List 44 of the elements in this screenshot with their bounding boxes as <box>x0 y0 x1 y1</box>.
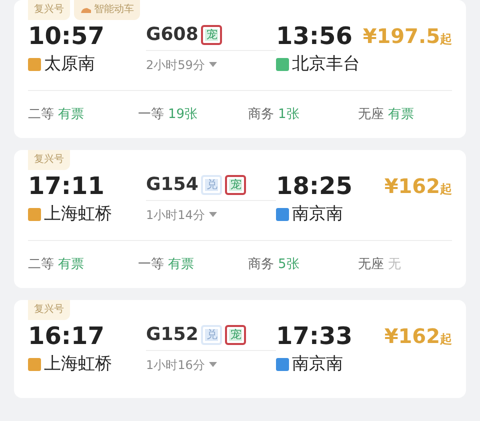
seat-availability: 二等 有票 <box>28 256 85 274</box>
price: ¥162起 <box>384 173 452 200</box>
price: ¥197.5起 <box>362 23 452 50</box>
train-tag: 兑 <box>201 174 222 194</box>
station-name: 上海虹桥 <box>44 203 112 226</box>
duration-toggle[interactable]: 1小时14分 <box>146 206 276 224</box>
departure-time: 10:57 <box>28 21 106 52</box>
station-name: 南京南 <box>292 203 343 226</box>
train-number: G608 <box>146 23 198 47</box>
train-label: 复兴号 <box>28 300 70 320</box>
duration-toggle[interactable]: 1小时16分 <box>146 356 276 374</box>
train-label: 复兴号 <box>28 150 70 170</box>
caret-icon <box>208 362 217 368</box>
train-tag: 兑 <box>201 324 222 344</box>
seat-availability: 无座 有票 <box>358 106 415 124</box>
train-number: G154 <box>146 173 198 197</box>
price: ¥162起 <box>384 323 452 350</box>
train-tag: 宠 <box>201 24 222 44</box>
train-tag: 宠 <box>225 324 246 344</box>
seat-availability: 无座 无 <box>358 256 402 274</box>
seat-availability: 商务 1张 <box>248 106 300 124</box>
arrival-time: 17:33 <box>276 321 354 352</box>
caret-icon <box>208 212 217 218</box>
departure-time: 16:17 <box>28 321 106 352</box>
train-card[interactable]: 复兴号 17:11 G154 兑 宠 18:25 ¥162起 上海虹桥 1小时14分 南京南 二等 有票 一等 有票 商务 5张 无座 无 <box>14 150 466 288</box>
departure-time: 17:11 <box>28 171 106 202</box>
train-card[interactable]: 复兴号 16:17 G152 兑 宠 17:33 ¥162起 上海虹桥 1小时16分 南京南 <box>14 300 466 398</box>
station-name: 南京南 <box>292 353 343 376</box>
seat-availability: 商务 5张 <box>248 256 300 274</box>
arrival-time: 18:25 <box>276 171 354 202</box>
arrival-time: 13:56 <box>276 21 354 52</box>
duration-toggle[interactable]: 2小时59分 <box>146 56 276 74</box>
train-card[interactable]: 复兴号 智能动车 10:57 G608 宠 13:56 ¥197.5起 太原南 2小时59分 北京丰台 二等 有票 一等 19张 商务 1张 无座 有票 <box>14 0 466 138</box>
train-tag: 宠 <box>225 174 246 194</box>
caret-icon <box>208 62 217 68</box>
seat-availability: 二等 有票 <box>28 106 85 124</box>
train-label: 智能动车 <box>74 0 140 20</box>
seat-availability: 一等 19张 <box>138 106 199 124</box>
train-number: G152 <box>146 323 198 347</box>
station-name: 上海虹桥 <box>44 353 112 376</box>
station-name: 北京丰台 <box>292 53 360 76</box>
seat-availability: 一等 有票 <box>138 256 195 274</box>
station-name: 太原南 <box>44 53 95 76</box>
train-label: 复兴号 <box>28 0 70 20</box>
